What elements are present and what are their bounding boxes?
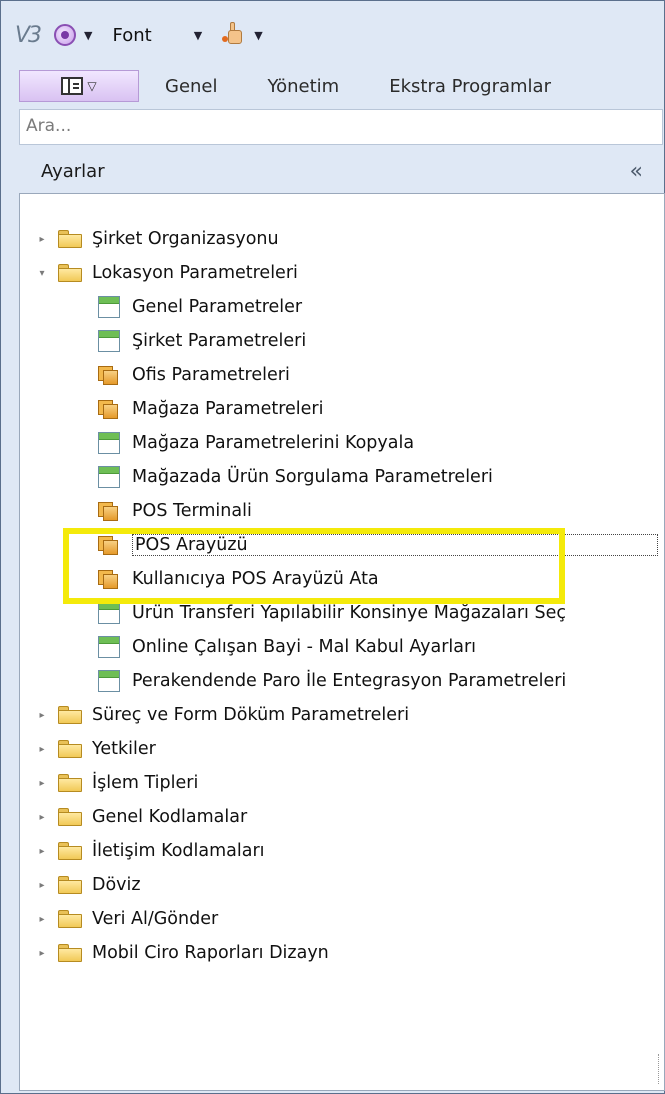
tree-item-online-calisan-bayi[interactable]: Online Çalışan Bayi - Mal Kabul Ayarları	[98, 630, 476, 664]
tree-item-mobil-ciro-raporlari[interactable]: ▸ Mobil Ciro Raporları Dizayn	[36, 936, 329, 970]
panel-layout-icon	[61, 77, 84, 95]
tree-item-label: POS Arayüzü	[132, 534, 658, 556]
app-window: V3 ▼ Font ▼ ▼ ▽ Genel Yönetim Ekstra Pro…	[0, 0, 665, 1094]
tree-item-magaza-parametreleri[interactable]: Mağaza Parametreleri	[98, 392, 323, 426]
tree-item-ofis-parametreleri[interactable]: Ofis Parametreleri	[98, 358, 290, 392]
tree-item-label: Döviz	[92, 875, 141, 895]
tree-item-label: Mobil Ciro Raporları Dizayn	[92, 943, 329, 963]
touch-dropdown-arrow-icon[interactable]: ▼	[254, 29, 262, 42]
search-input[interactable]: Ara...	[19, 109, 663, 145]
tree-item-label: Online Çalışan Bayi - Mal Kabul Ayarları	[132, 637, 477, 657]
tree-item-label: Mağaza Parametrelerini Kopyala	[132, 433, 415, 453]
tree-item-label: Süreç ve Form Döküm Parametreleri	[92, 705, 410, 725]
expand-arrow-icon[interactable]: ▸	[36, 812, 48, 823]
tree-item-perakendende-paro[interactable]: Perakendende Paro İle Entegrasyon Parame…	[98, 664, 566, 698]
stacked-pages-icon	[98, 568, 120, 590]
tree-item-magaza-parametrelerini-kopyala[interactable]: Mağaza Parametrelerini Kopyala	[98, 426, 414, 460]
tree-item-label: Mağaza Parametreleri	[132, 399, 324, 419]
stacked-pages-icon	[98, 500, 120, 522]
tree-item-label: Ürün Transferi Yapılabilir Konsinye Mağa…	[132, 603, 566, 623]
tree-item-sirket-parametreleri[interactable]: Şirket Parametreleri	[98, 324, 306, 358]
stacked-pages-icon	[98, 398, 120, 420]
tree-item-label: Veri Al/Gönder	[92, 909, 219, 929]
folder-icon	[58, 706, 82, 724]
tree-item-label: Ofis Parametreleri	[132, 365, 290, 385]
ribbon-tabs: ▽ Genel Yönetim Ekstra Programlar	[19, 67, 664, 105]
font-dropdown-arrow-icon[interactable]: ▼	[194, 29, 202, 42]
settings-tree: ▸ Şirket Organizasyonu ▾ Lokasyon Parame…	[19, 193, 665, 1091]
folder-icon	[58, 774, 82, 792]
tree-item-label: Kullanıcıya POS Arayüzü Ata	[132, 569, 379, 589]
folder-icon	[58, 842, 82, 860]
tree-item-genel-kodlamalar[interactable]: ▸ Genel Kodlamalar	[36, 800, 247, 834]
folder-icon	[58, 910, 82, 928]
font-button[interactable]: Font	[113, 25, 152, 46]
folder-icon	[58, 740, 82, 758]
tree-item-pos-terminali[interactable]: POS Terminali	[98, 494, 252, 528]
tree-item-label: İletişim Kodlamaları	[92, 841, 265, 861]
tree-item-label: İşlem Tipleri	[92, 773, 199, 793]
expand-arrow-icon[interactable]: ▸	[36, 880, 48, 891]
chevron-down-icon: ▽	[87, 79, 97, 93]
tree-item-yetkiler[interactable]: ▸ Yetkiler	[36, 732, 156, 766]
tree-item-veri-al-gonder[interactable]: ▸ Veri Al/Gönder	[36, 902, 218, 936]
form-icon	[98, 466, 120, 488]
expand-arrow-icon[interactable]: ▸	[36, 914, 48, 925]
expand-arrow-icon[interactable]: ▸	[36, 234, 48, 245]
collapse-panel-icon[interactable]: «	[630, 159, 643, 184]
tree-item-label: Mağazada Ürün Sorgulama Parametreleri	[132, 467, 493, 487]
tree-item-surec-ve-form[interactable]: ▸ Süreç ve Form Döküm Parametreleri	[36, 698, 409, 732]
collapse-arrow-icon[interactable]: ▾	[36, 268, 48, 279]
tab-yonetim[interactable]: Yönetim	[268, 76, 340, 97]
tree-item-lokasyon-parametreleri[interactable]: ▾ Lokasyon Parametreleri	[36, 256, 298, 290]
tree-item-doviz[interactable]: ▸ Döviz	[36, 868, 141, 902]
form-icon	[98, 330, 120, 352]
tree-item-label: Genel Kodlamalar	[92, 807, 248, 827]
expand-arrow-icon[interactable]: ▸	[36, 846, 48, 857]
tab-ekstra-programlar[interactable]: Ekstra Programlar	[389, 76, 551, 97]
tree-item-label: POS Terminali	[132, 501, 252, 521]
theme-dropdown-arrow-icon[interactable]: ▼	[84, 29, 92, 42]
expand-arrow-icon[interactable]: ▸	[36, 778, 48, 789]
tree-item-label: Şirket Organizasyonu	[92, 229, 279, 249]
expand-arrow-icon[interactable]: ▸	[36, 948, 48, 959]
panel-header: Ayarlar «	[19, 151, 663, 191]
panel-view-button[interactable]: ▽	[19, 70, 139, 102]
tree-item-urun-transferi[interactable]: Ürün Transferi Yapılabilir Konsinye Mağa…	[98, 596, 566, 630]
panel-title: Ayarlar	[41, 160, 105, 182]
tree-item-label: Lokasyon Parametreleri	[92, 263, 298, 283]
form-icon	[98, 636, 120, 658]
resize-grip[interactable]	[658, 1054, 662, 1084]
quick-access-toolbar: V3 ▼ Font ▼ ▼	[15, 15, 664, 55]
tree-item-pos-arayuzu[interactable]: POS Arayüzü	[98, 528, 658, 562]
tree-item-label: Yetkiler	[92, 739, 156, 759]
folder-icon	[58, 264, 82, 282]
stacked-pages-icon	[98, 364, 120, 386]
tree-item-iletisim-kodlamalari[interactable]: ▸ İletişim Kodlamaları	[36, 834, 265, 868]
theme-icon[interactable]	[54, 24, 77, 46]
form-icon	[98, 296, 120, 318]
folder-icon	[58, 808, 82, 826]
tree-item-magazada-urun-sorgulama[interactable]: Mağazada Ürün Sorgulama Parametreleri	[98, 460, 493, 494]
tree-item-sirket-organizasyonu[interactable]: ▸ Şirket Organizasyonu	[36, 222, 279, 256]
tree-item-genel-parametreler[interactable]: Genel Parametreler	[98, 290, 302, 324]
tree-item-islem-tipleri[interactable]: ▸ İşlem Tipleri	[36, 766, 198, 800]
touch-hand-icon[interactable]	[222, 22, 246, 48]
stacked-pages-icon	[98, 534, 120, 556]
expand-arrow-icon[interactable]: ▸	[36, 710, 48, 721]
form-icon	[98, 432, 120, 454]
folder-icon	[58, 230, 82, 248]
folder-icon	[58, 944, 82, 962]
form-icon	[98, 602, 120, 624]
tree-item-label: Perakendende Paro İle Entegrasyon Parame…	[132, 671, 567, 691]
expand-arrow-icon[interactable]: ▸	[36, 744, 48, 755]
tree-item-kullaniciya-pos-arayuzu-ata[interactable]: Kullanıcıya POS Arayüzü Ata	[98, 562, 379, 596]
tab-genel[interactable]: Genel	[165, 76, 218, 97]
form-icon	[98, 670, 120, 692]
tree-item-label: Şirket Parametreleri	[132, 331, 307, 351]
folder-icon	[58, 876, 82, 894]
app-logo: V3	[15, 22, 42, 48]
tree-item-label: Genel Parametreler	[132, 297, 303, 317]
